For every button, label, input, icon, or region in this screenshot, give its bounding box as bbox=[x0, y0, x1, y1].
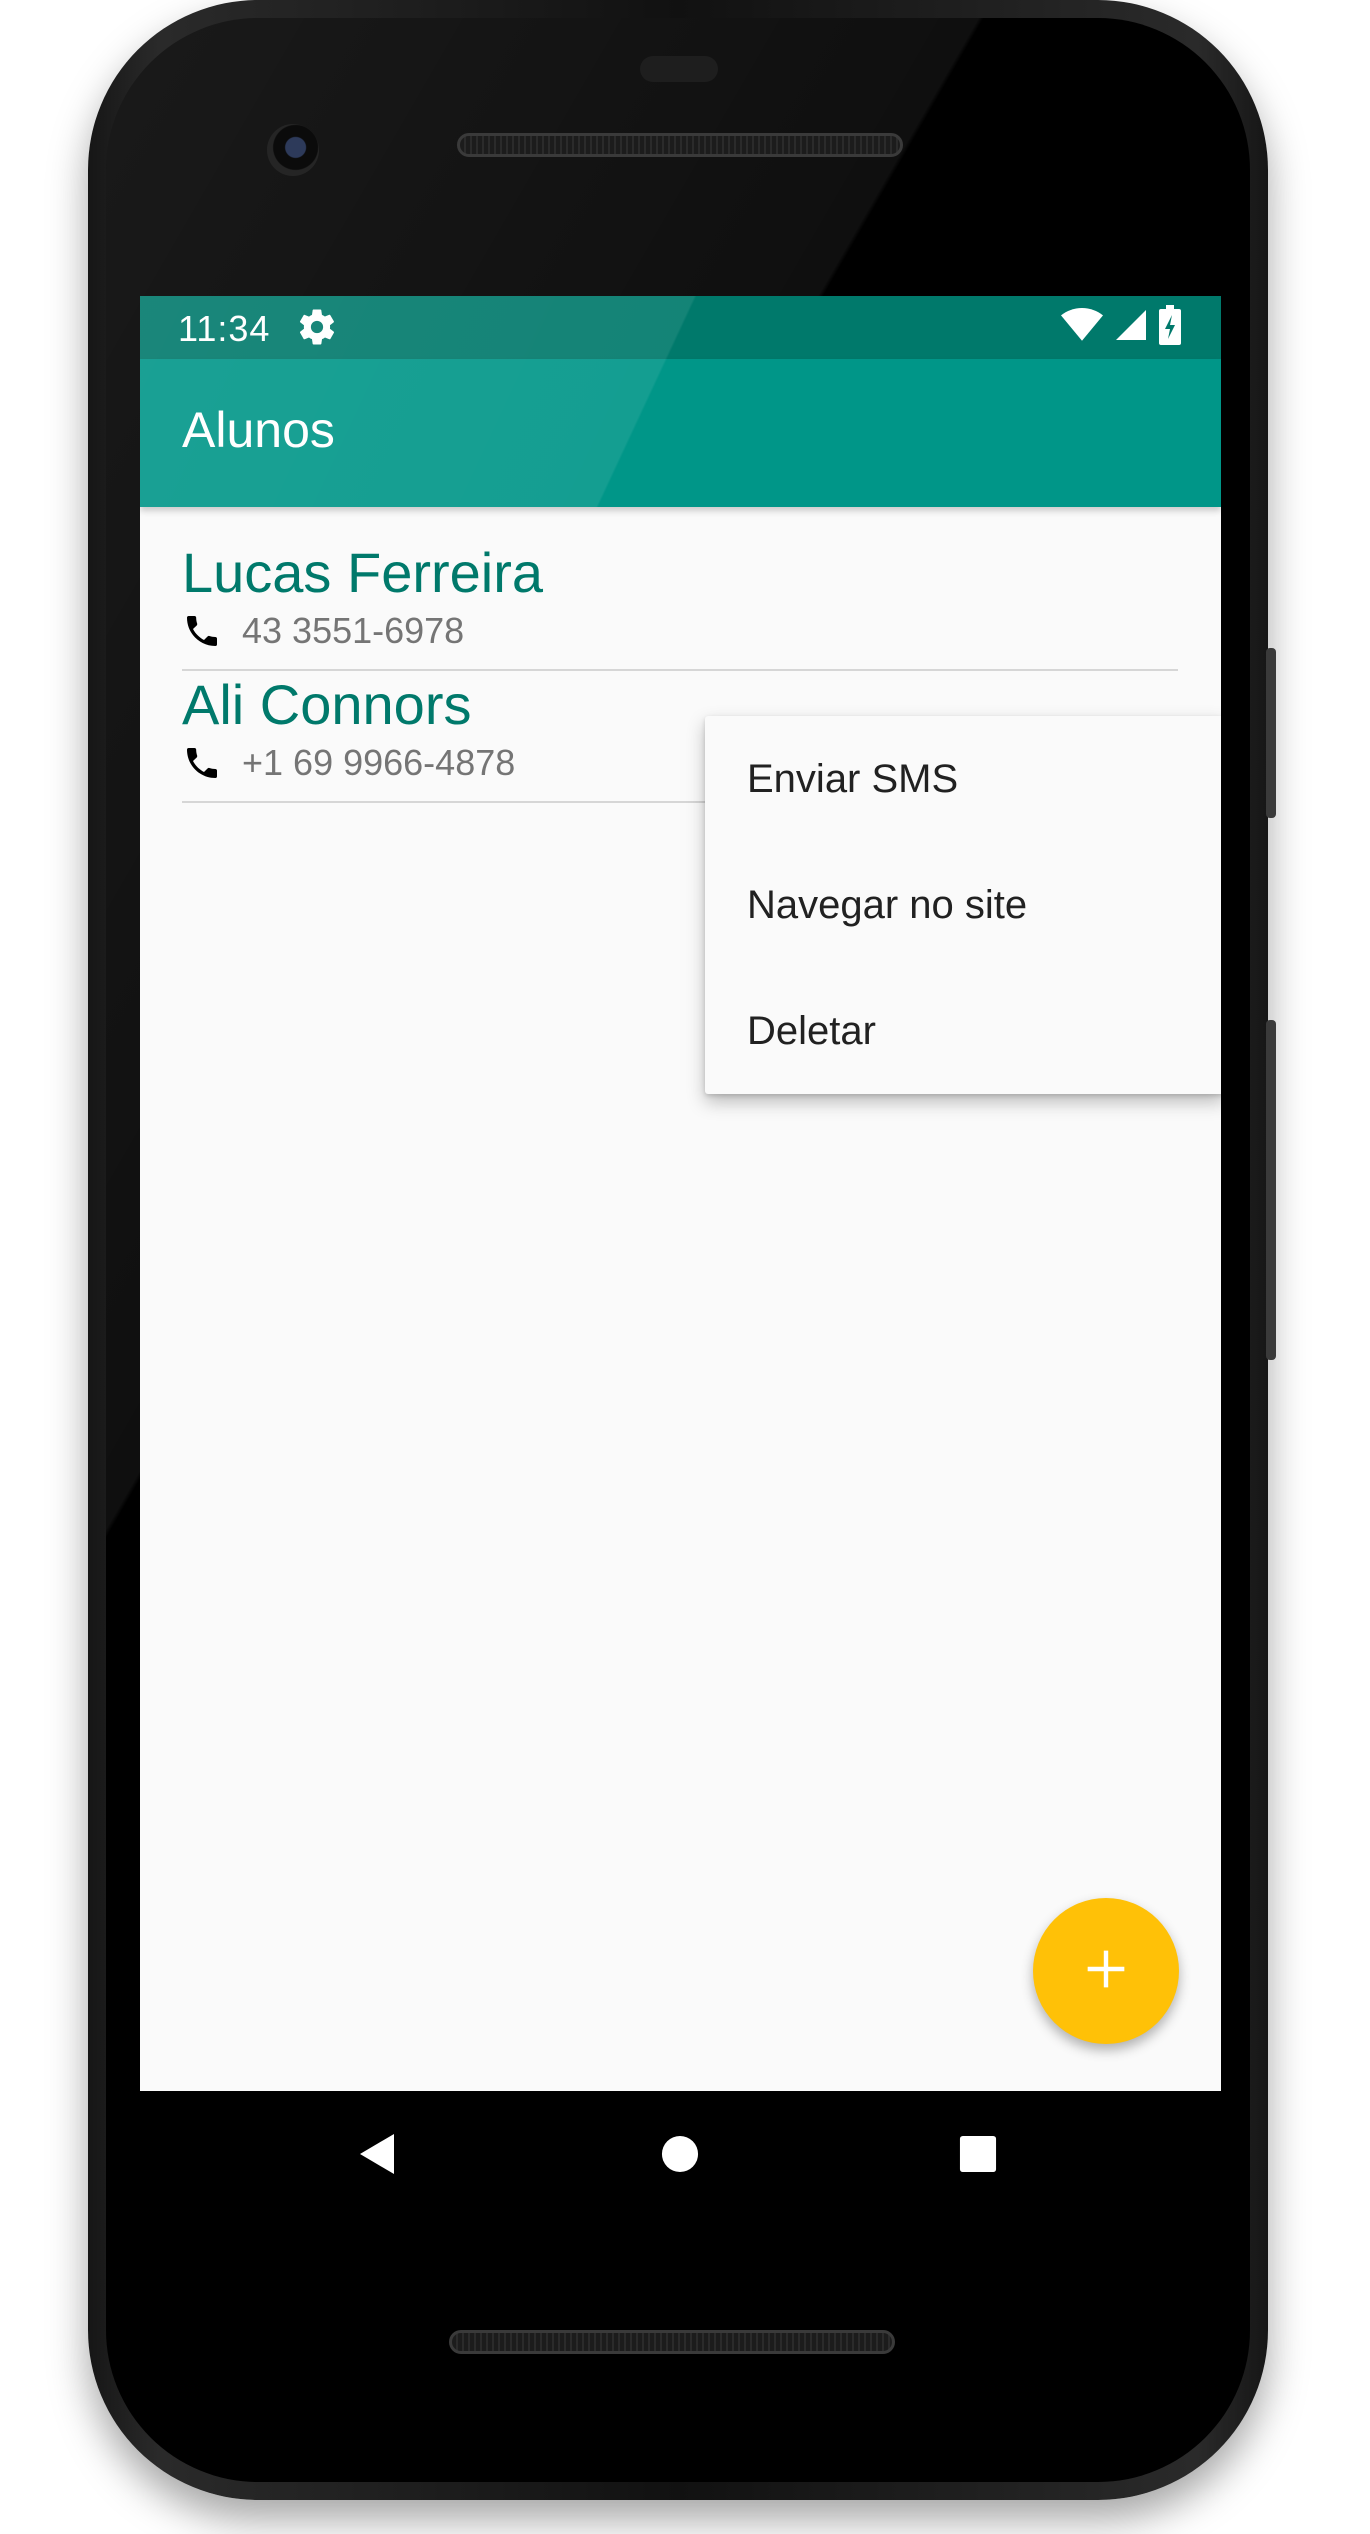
status-time: 11:34 bbox=[178, 308, 271, 349]
list-item[interactable]: Lucas Ferreira 43 3551-6978 bbox=[182, 541, 1178, 671]
context-menu: Enviar SMS Navegar no site Deletar bbox=[705, 716, 1221, 1094]
phone-row: +1 69 9966-4878 bbox=[182, 741, 515, 785]
volume-rocker bbox=[1266, 1020, 1276, 1360]
student-phone: 43 3551-6978 bbox=[242, 610, 465, 651]
add-student-fab[interactable] bbox=[1033, 1898, 1179, 2044]
add-icon bbox=[1084, 1947, 1128, 1996]
status-bar: 11:34 bbox=[140, 296, 1221, 359]
back-button[interactable] bbox=[348, 2126, 408, 2186]
phone-icon bbox=[182, 611, 222, 651]
app-screen: 11:34 Alunos Lucas Ferreira 43 3551-6978… bbox=[140, 296, 1221, 2091]
recents-icon bbox=[959, 2135, 997, 2178]
proximity-sensor bbox=[640, 56, 718, 82]
menu-item-enviar-sms[interactable]: Enviar SMS bbox=[705, 716, 1221, 842]
home-button[interactable] bbox=[650, 2126, 710, 2186]
status-icons bbox=[1061, 304, 1181, 350]
power-button bbox=[1266, 648, 1276, 818]
menu-item-deletar[interactable]: Deletar bbox=[705, 968, 1221, 1094]
bottom-speaker bbox=[449, 2330, 895, 2354]
home-icon bbox=[661, 2135, 699, 2178]
phone-icon bbox=[182, 743, 222, 783]
wifi-icon bbox=[1061, 307, 1103, 348]
back-icon bbox=[358, 2132, 398, 2181]
cell-signal-icon bbox=[1113, 307, 1149, 348]
recents-button[interactable] bbox=[948, 2126, 1008, 2186]
student-name: Lucas Ferreira bbox=[182, 541, 544, 604]
phone-row: 43 3551-6978 bbox=[182, 609, 464, 653]
settings-icon bbox=[296, 306, 338, 348]
navigation-bar bbox=[140, 2091, 1221, 2221]
app-bar: Alunos bbox=[140, 359, 1221, 507]
menu-item-navegar-no-site[interactable]: Navegar no site bbox=[705, 842, 1221, 968]
student-name: Ali Connors bbox=[182, 673, 472, 736]
page-title: Alunos bbox=[182, 402, 335, 458]
front-camera bbox=[267, 124, 319, 176]
battery-charging-icon bbox=[1159, 304, 1181, 350]
student-phone: +1 69 9966-4878 bbox=[242, 742, 516, 783]
earpiece-speaker bbox=[457, 133, 903, 157]
